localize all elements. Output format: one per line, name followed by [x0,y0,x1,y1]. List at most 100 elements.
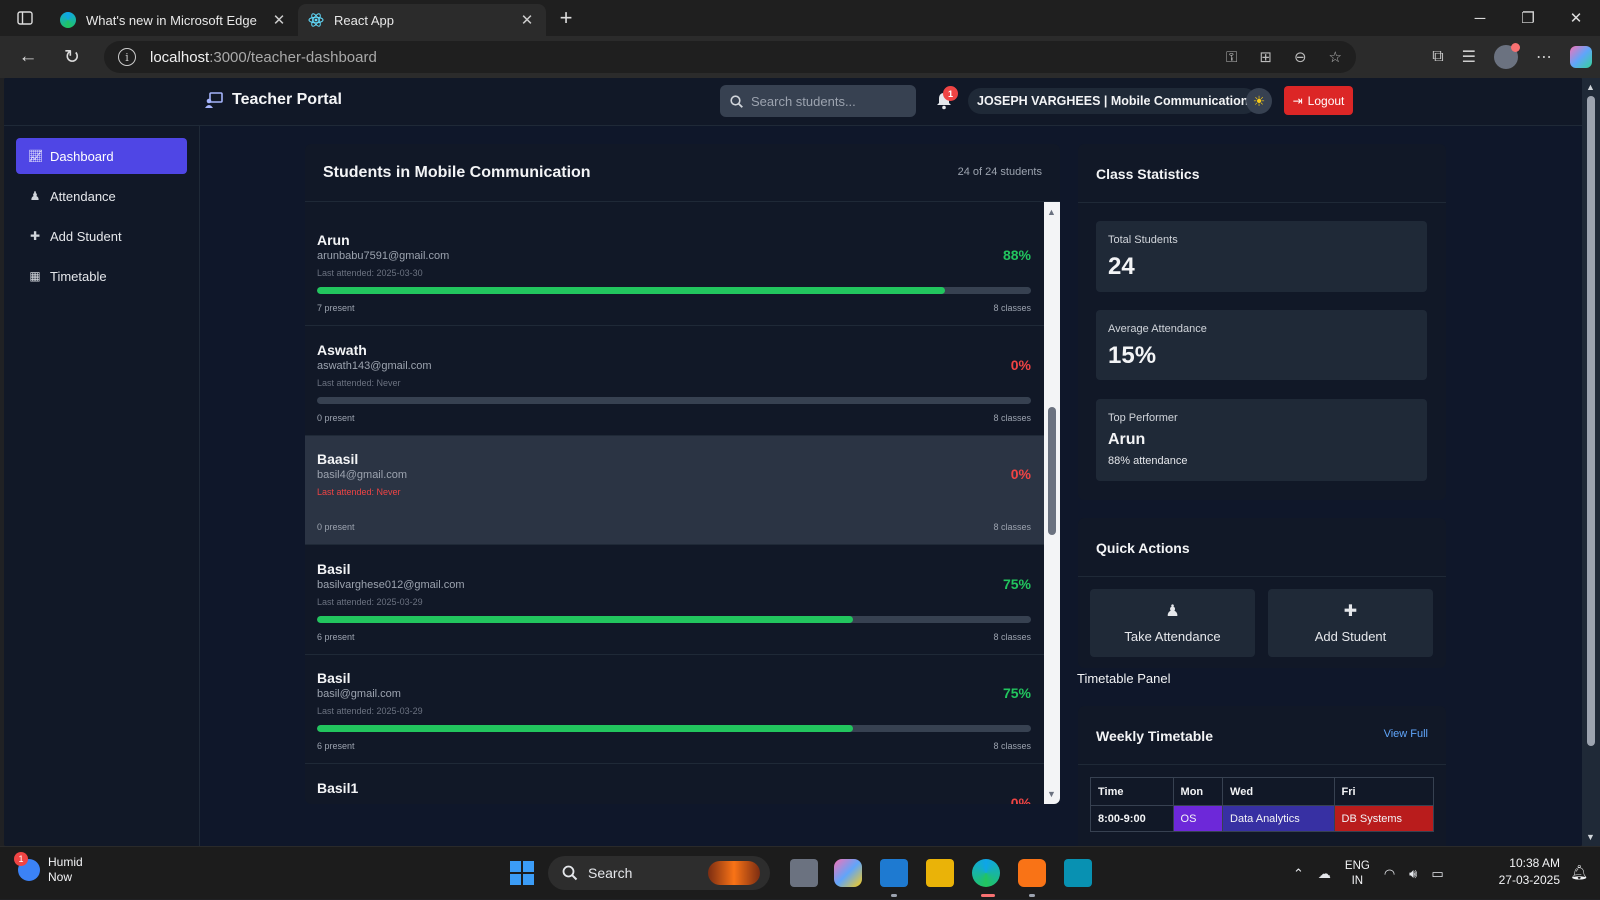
brave-icon[interactable] [1018,859,1046,887]
tab-edge-whats-new[interactable]: What's new in Microsoft Edge ✕ [50,4,298,36]
tab-actions-button[interactable] [0,0,50,36]
copilot-icon[interactable] [1570,46,1592,68]
zoom-icon[interactable]: ⊖ [1294,48,1307,66]
student-row[interactable]: Basil basilvarghese012@gmail.com Last at… [305,546,1044,655]
profile-avatar[interactable] [1494,43,1520,69]
logout-button[interactable]: ⇥ Logout [1284,86,1353,115]
sidebar-item-dashboard[interactable]: 📈︎ Dashboard [16,138,187,174]
minimize-icon[interactable]: ─ [1456,0,1504,36]
sidebar-item-add-student[interactable]: ✚ Add Student [16,218,187,254]
student-name: Basil [317,561,351,577]
wifi-icon[interactable]: ◠ [1384,866,1395,882]
back-button[interactable]: ← [6,36,50,78]
edge-icon[interactable] [972,859,1000,887]
site-info-icon[interactable]: i [118,48,136,66]
class-statistics-card: Class Statistics Total Students 24 Avera… [1078,144,1446,500]
favorite-star-icon[interactable]: ☆ [1329,48,1342,66]
tab-react-app[interactable]: React App ✕ [298,4,546,36]
weekly-timetable-title: Weekly Timetable [1096,728,1213,744]
weather-widget[interactable]: 1 Humid Now [14,852,83,885]
brand[interactable]: Teacher Portal [205,91,342,109]
timetable-panel-label: Timetable Panel [1077,671,1171,686]
app-icon[interactable] [1064,859,1092,887]
timetable-cell[interactable]: DB Systems [1333,805,1435,832]
user-info: JOSEPH VARGHEES | Mobile Communication [968,88,1258,114]
attendance-percent: 88% [1002,247,1031,263]
address-bar[interactable]: i localhost:3000/teacher-dashboard ⚿ ⊞ ⊖… [104,41,1356,73]
view-full-link[interactable]: View Full [1384,728,1428,740]
timetable-header-row: Time Mon Wed Fri [1090,777,1435,806]
class-count: 8 classes [993,522,1031,532]
start-button[interactable] [510,861,534,885]
last-attended: Last attended: 2025-03-29 [317,597,423,607]
battery-icon[interactable]: ▭ [1431,866,1443,882]
clock[interactable]: 10:38 AM 27-03-2025 [1499,855,1560,889]
scroll-down-icon[interactable]: ▼ [1047,789,1056,799]
student-row[interactable]: Baasil basil4@gmail.com Last attended: N… [305,436,1044,545]
divider [1078,202,1446,203]
sidebar-item-timetable[interactable]: ▦ Timetable [16,258,187,294]
top-performer-name: Arun [1108,431,1146,448]
search-input[interactable] [751,93,911,109]
page-scroll-thumb[interactable] [1587,96,1595,746]
page-scrollbar[interactable]: ▲ ▼ [1582,78,1600,846]
student-name: Basil1 [317,780,359,796]
close-tab-icon[interactable]: ✕ [270,11,288,29]
app-available-icon[interactable]: ⊞ [1259,48,1272,66]
scroll-down-icon[interactable]: ▼ [1586,832,1595,842]
chevron-up-icon[interactable]: ⌃ [1293,866,1304,882]
extensions-icon[interactable]: ⧉ [1432,48,1443,66]
restore-icon[interactable]: ❐ [1504,0,1552,36]
timetable-cell[interactable]: Data Analytics [1222,805,1335,832]
weather-badge: 1 [14,852,28,866]
user-plus-icon: ✚ [1343,603,1358,620]
scroll-thumb[interactable] [1048,407,1056,535]
student-row[interactable]: Arun arunbabu7591@gmail.com Last attende… [305,217,1044,326]
copilot-app-icon[interactable] [834,859,862,887]
language-indicator[interactable]: ENG IN [1345,859,1370,889]
taskbar-search[interactable]: Search [548,856,770,890]
search-box[interactable] [720,85,916,117]
new-tab-button[interactable]: + [546,5,586,31]
student-row[interactable]: Aswath aswath143@gmail.com Last attended… [305,327,1044,436]
student-row[interactable]: Basil basil@gmail.com Last attended: 202… [305,655,1044,764]
student-row[interactable]: Basil1 0% [305,765,1044,804]
logout-label: Logout [1307,93,1345,108]
timetable-header: Fri [1333,777,1435,806]
stat-label: Top Performer [1108,412,1178,424]
notification-bell-icon[interactable]: 🔔︎ [1570,864,1588,881]
notifications-button[interactable]: 1 [936,86,958,110]
divider [1078,764,1446,765]
onedrive-icon[interactable]: ☁ [1318,866,1331,882]
take-attendance-button[interactable]: ♟ Take Attendance [1090,589,1255,657]
students-panel: Students in Mobile Communication 24 of 2… [305,144,1060,804]
sidebar-item-label: Attendance [50,188,116,204]
student-list[interactable]: Arun arunbabu7591@gmail.com Last attende… [305,217,1044,804]
favorites-icon[interactable]: ☰ [1462,47,1476,67]
refresh-button[interactable]: ↻ [50,36,94,78]
task-view-icon[interactable] [790,859,818,887]
students-panel-header: Students in Mobile Communication 24 of 2… [305,144,1060,202]
volume-icon[interactable]: 🔊︎ [1409,866,1417,882]
scroll-up-icon[interactable]: ▲ [1047,207,1056,217]
attendance-progress-bar [317,616,1031,623]
student-list-scrollbar[interactable]: ▲ ▼ [1044,202,1060,804]
vscode-icon[interactable] [880,859,908,887]
browser-toolbar-right: ⧉ ☰ ⋯ [1432,36,1592,78]
close-tab-icon[interactable]: ✕ [518,11,536,29]
sidebar-toggle-icon [17,11,33,25]
file-explorer-icon[interactable] [926,859,954,887]
add-student-button[interactable]: ✚ Add Student [1268,589,1433,657]
sidebar-item-attendance[interactable]: ♟ Attendance [16,178,187,214]
url-path: :3000/teacher-dashboard [209,48,377,66]
timetable-cell[interactable]: OS [1172,805,1224,832]
running-indicator [1029,894,1035,897]
present-count: 0 present [317,413,355,423]
attendance-progress-bar [317,725,1031,732]
more-options-icon[interactable]: ⋯ [1536,47,1552,67]
key-icon[interactable]: ⚿ [1226,49,1237,66]
theme-toggle-button[interactable]: ☀ [1246,88,1272,114]
close-window-icon[interactable]: ✕ [1552,0,1600,36]
top-performer-stat: Top Performer Arun 88% attendance [1096,399,1427,481]
scroll-up-icon[interactable]: ▲ [1586,82,1595,92]
